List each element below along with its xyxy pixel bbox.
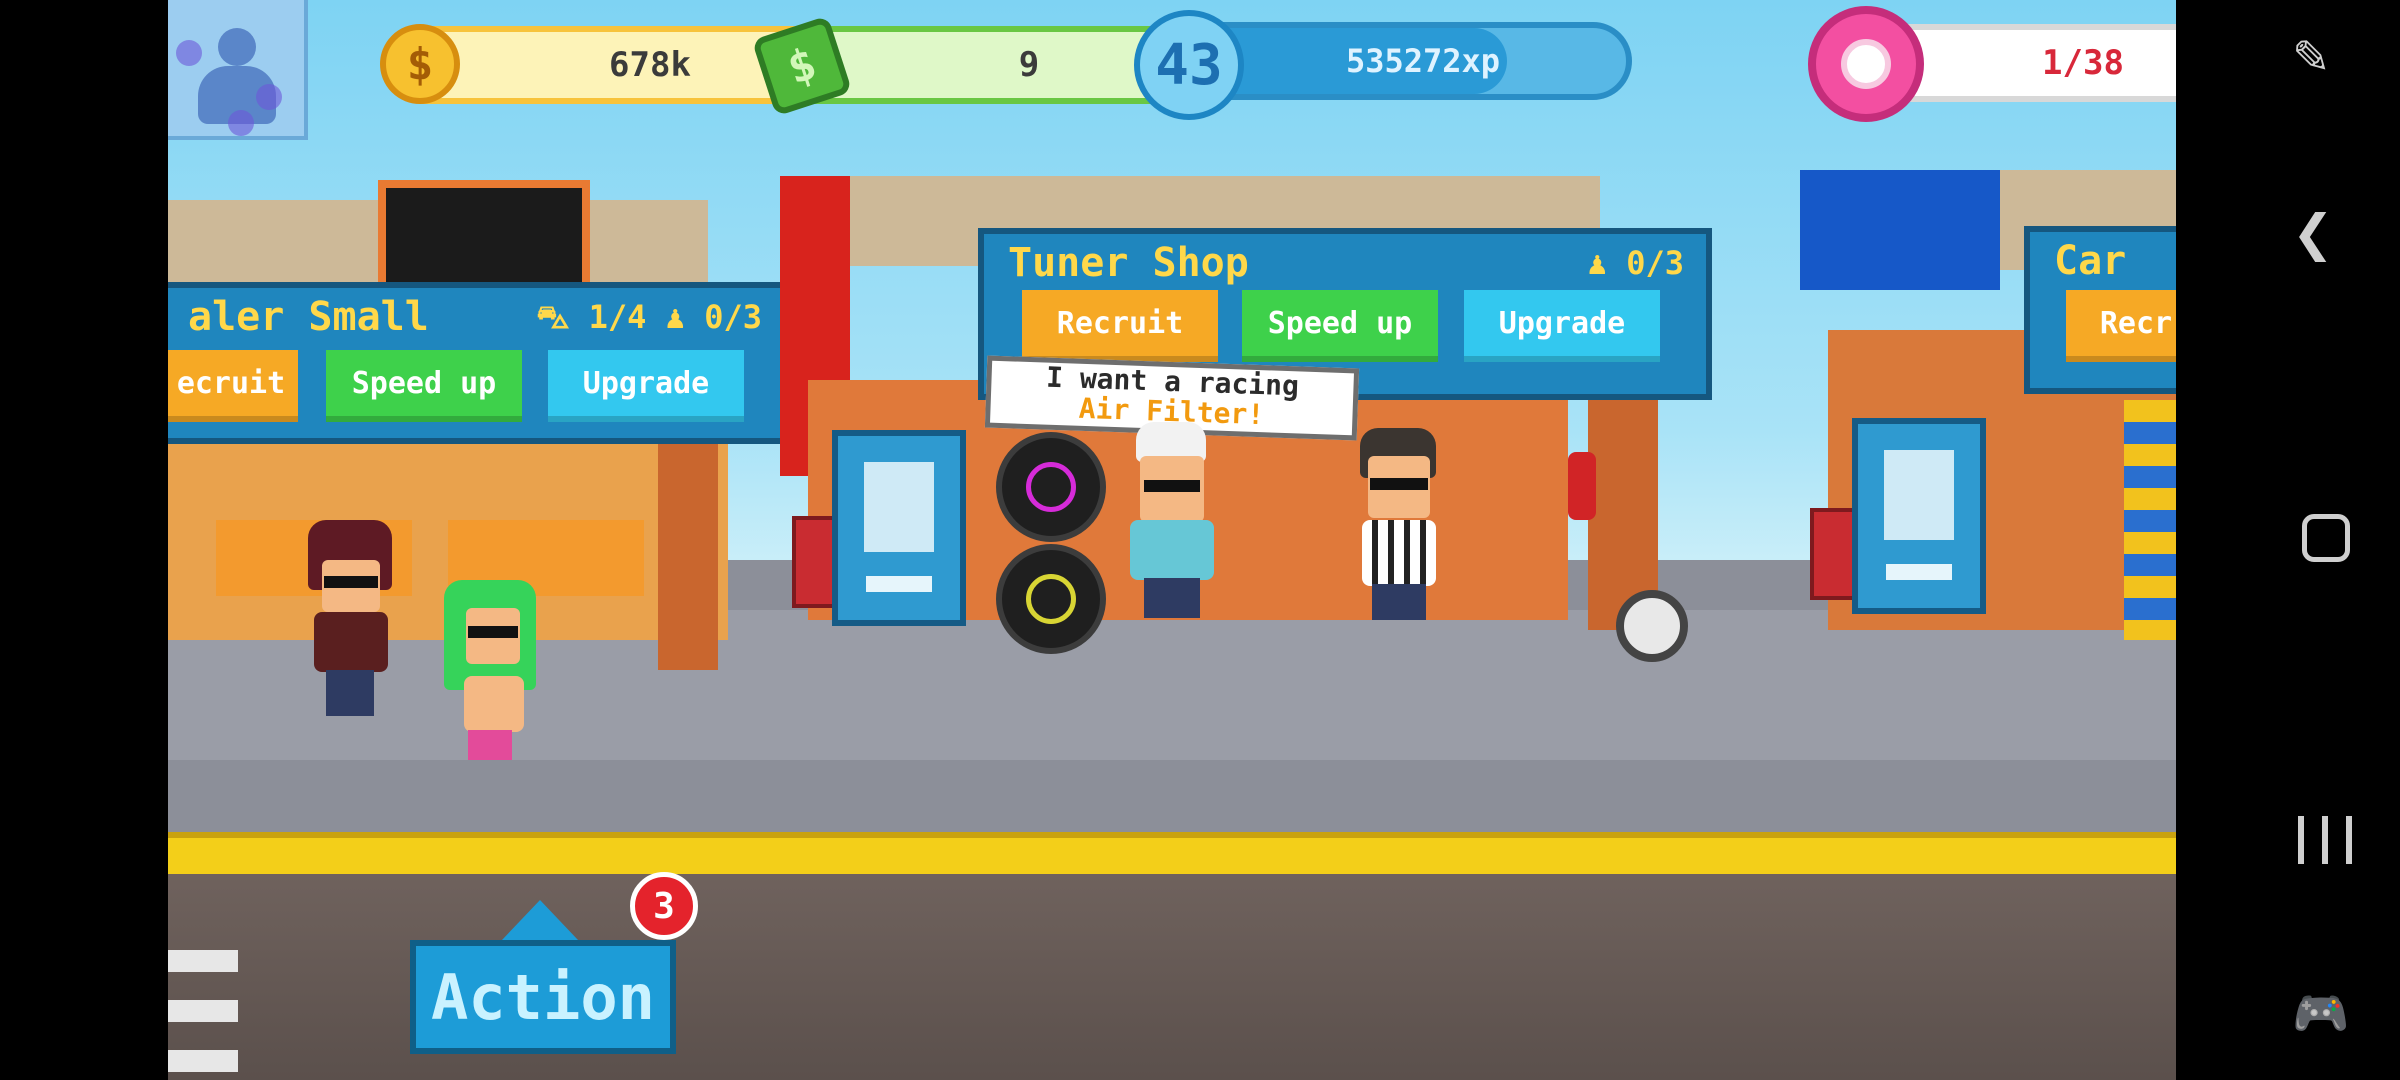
shop-panel-dealer-small: aler Small ⛍ 1/4 ♟ 0/3 ecruit Speed up U… (168, 282, 790, 444)
back-icon[interactable]: ❮ (2292, 204, 2334, 262)
curb (168, 832, 2176, 880)
crosswalk-stripe (168, 1000, 238, 1022)
player-avatar[interactable] (168, 0, 308, 140)
speed-up-button[interactable]: Speed up (1242, 290, 1438, 362)
tire-rim (1026, 462, 1076, 512)
shop-panel-car: Car Recr (2024, 226, 2176, 394)
recruit-button[interactable]: Recr (2066, 290, 2176, 362)
game-viewport[interactable]: aler Small ⛍ 1/4 ♟ 0/3 ecruit Speed up U… (168, 0, 2176, 1080)
action-button[interactable]: Action (410, 940, 676, 1054)
customer-character[interactable] (288, 520, 408, 740)
spare-wheel (1616, 590, 1688, 662)
donut-hole (1841, 39, 1891, 89)
shop-capacity: ♟ 0/3 (1588, 244, 1684, 282)
crosswalk-stripe (168, 950, 238, 972)
fire-extinguisher (1568, 452, 1596, 520)
shop-title: aler Small (188, 294, 429, 340)
tire-stack-top (996, 432, 1106, 542)
donut-icon (1808, 6, 1924, 122)
dealer-pillar (658, 440, 718, 670)
vending-screen (864, 462, 934, 552)
staff-count: 0/3 (704, 298, 762, 336)
shop-capacity: ⛍ 1/4 ♟ 0/3 (536, 298, 762, 340)
staff-icon: ♟ (665, 298, 685, 336)
tire-rack (2124, 400, 2176, 640)
vending-screen (1884, 450, 1954, 540)
recruit-button[interactable]: ecruit (168, 350, 298, 422)
character-legs (468, 730, 512, 760)
vending-machine (832, 430, 966, 626)
customer-character[interactable] (428, 580, 548, 790)
shop-title: Tuner Shop (1008, 240, 1249, 286)
character-torso (1362, 520, 1436, 586)
gamepad-icon[interactable]: 🎮 (2292, 986, 2349, 1041)
action-arrow-icon (502, 900, 578, 940)
avatar-decoration (228, 110, 254, 136)
edit-pointer-icon[interactable]: ✎ (2292, 30, 2331, 84)
sunglasses (1370, 478, 1428, 490)
star-level-icon[interactable]: 43 (1134, 10, 1244, 120)
system-navigation-bar (2176, 0, 2400, 1080)
avatar-decoration (256, 84, 282, 110)
car-count: 1/4 (588, 298, 647, 336)
vending-slot (866, 576, 932, 592)
character-torso (1130, 520, 1214, 580)
upgrade-button[interactable]: Upgrade (1464, 290, 1660, 362)
car-shop-blue-awning (1800, 170, 2000, 290)
crosswalk-stripe (168, 1050, 238, 1072)
vending-machine (1852, 418, 1986, 614)
staff-count: 0/3 (1626, 244, 1684, 282)
tire-rim (1026, 574, 1076, 624)
character-torso (464, 676, 524, 732)
character-legs (1372, 584, 1426, 620)
home-icon[interactable] (2302, 514, 2350, 562)
dollar-coin-icon: $ (380, 24, 460, 104)
cash-value: 9 (1018, 45, 1040, 85)
recents-icon[interactable] (2298, 816, 2352, 864)
vending-slot (1886, 564, 1952, 580)
character-torso (314, 612, 388, 672)
tire-stack-bottom (996, 544, 1106, 654)
shop-title: Car (2054, 238, 2127, 284)
upgrade-button[interactable]: Upgrade (548, 350, 744, 422)
xp-value: 535272xp (1345, 42, 1501, 80)
character-legs (326, 670, 374, 716)
sunglasses (324, 576, 378, 588)
sunglasses (1144, 480, 1200, 492)
car-icon: ⛍ (536, 298, 570, 336)
avatar-head (218, 28, 256, 66)
character-legs (1144, 578, 1200, 618)
sunglasses (468, 626, 518, 638)
avatar-decoration (176, 40, 202, 66)
recruit-button[interactable]: Recruit (1022, 290, 1218, 362)
mechanic-character[interactable] (1108, 422, 1228, 632)
coins-value: 678k (609, 45, 691, 85)
level-number: 43 (1155, 32, 1223, 98)
action-notification-badge: 3 (630, 872, 698, 940)
donut-value: 1/38 (2042, 43, 2124, 83)
mechanic-character[interactable] (1336, 428, 1456, 638)
speed-up-button[interactable]: Speed up (326, 350, 522, 422)
staff-icon: ♟ (1587, 244, 1607, 282)
